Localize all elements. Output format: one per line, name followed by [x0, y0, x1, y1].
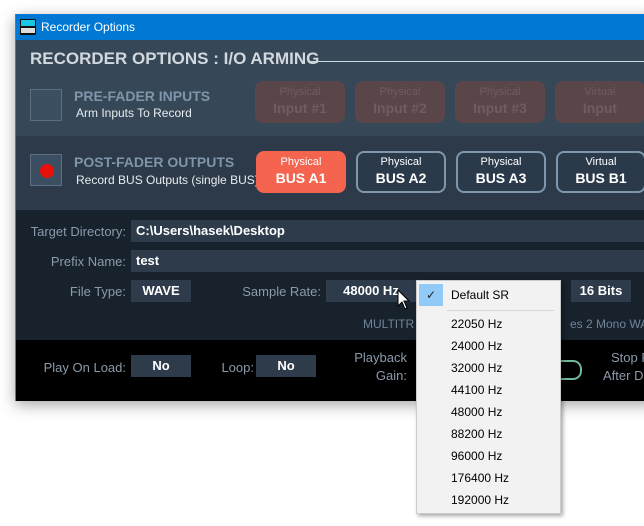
channel-type: Physical	[480, 156, 522, 168]
menu-separator	[447, 310, 554, 311]
channel-type: Virtual	[584, 86, 616, 98]
channel-name: Input #2	[373, 100, 427, 116]
multitrack-note-right: es 2 Mono WAV	[570, 317, 644, 331]
loop-label: Loop:	[221, 360, 254, 375]
heading-divider	[310, 61, 644, 62]
stop-after-label-line1: Stop P	[611, 350, 644, 365]
file-type-label: File Type:	[69, 284, 126, 299]
channel-type: Physical	[279, 86, 321, 98]
prefix-name-field[interactable]: test	[131, 250, 644, 272]
menu-item[interactable]: 192000 Hz	[451, 489, 509, 511]
channel-name: Input #3	[473, 100, 527, 116]
menu-item[interactable]: 88200 Hz	[451, 423, 502, 445]
app-icon	[20, 19, 36, 35]
sample-rate-label: Sample Rate:	[242, 284, 321, 299]
play-on-load-select[interactable]: No	[131, 355, 191, 377]
checkmark-icon: ✓	[419, 284, 443, 306]
stop-after-label-line2: After D	[603, 368, 644, 383]
channel-name: BUS A3	[475, 170, 527, 186]
bus-a1-button[interactable]: Physical BUS A1	[256, 151, 346, 193]
bit-depth-select[interactable]: 16 Bits	[571, 280, 631, 302]
menu-item[interactable]: 96000 Hz	[451, 445, 502, 467]
bus-a3-button[interactable]: Physical BUS A3	[456, 151, 546, 193]
title-bar[interactable]: Recorder Options	[16, 14, 644, 40]
menu-item[interactable]: 22050 Hz	[451, 313, 502, 335]
post-fader-arm-checkbox[interactable]	[30, 154, 62, 186]
post-fader-subtitle: Record BUS Outputs (single BUS)	[76, 173, 259, 187]
channel-type: Virtual	[585, 156, 617, 168]
loop-select[interactable]: No	[256, 355, 316, 377]
channel-name: BUS B1	[575, 170, 627, 186]
menu-item[interactable]: 24000 Hz	[451, 335, 502, 357]
channel-name: BUS A2	[375, 170, 427, 186]
pre-fader-section: PRE-FADER INPUTS Arm Inputs To Record Ph…	[16, 76, 644, 136]
post-fader-section: POST-FADER OUTPUTS Record BUS Outputs (s…	[16, 136, 644, 210]
target-directory-field[interactable]: C:\Users\hasek\Desktop	[131, 220, 644, 242]
file-type-select[interactable]: WAVE	[131, 280, 191, 302]
playback-gain-label-line1: Playback	[354, 350, 407, 365]
channel-name: BUS A1	[275, 170, 327, 186]
play-on-load-label: Play On Load:	[43, 360, 126, 375]
mouse-cursor-icon	[397, 289, 411, 310]
menu-item-default-sr[interactable]: Default SR	[451, 284, 509, 306]
sample-rate-dropdown-menu: ✓ Default SR 22050 Hz 24000 Hz 32000 Hz …	[416, 280, 561, 514]
input-2-button[interactable]: Physical Input #2	[355, 81, 445, 123]
channel-type: Physical	[479, 86, 521, 98]
menu-item[interactable]: 48000 Hz	[451, 401, 502, 423]
menu-item[interactable]: 32000 Hz	[451, 357, 502, 379]
multitrack-note-left: MULTITR	[363, 317, 415, 331]
playback-gain-label-line2: Gain:	[375, 368, 407, 383]
bus-b1-button[interactable]: Virtual BUS B1	[556, 151, 644, 193]
input-1-button[interactable]: Physical Input #1	[255, 81, 345, 123]
prefix-name-label: Prefix Name:	[50, 254, 126, 269]
channel-type: Physical	[379, 86, 421, 98]
channel-name: Input #1	[273, 100, 327, 116]
post-fader-title: POST-FADER OUTPUTS	[74, 154, 235, 170]
pre-fader-title: PRE-FADER INPUTS	[74, 88, 211, 104]
window-title: Recorder Options	[41, 20, 136, 34]
channel-type: Physical	[380, 156, 422, 168]
menu-item[interactable]: 176400 Hz	[451, 467, 509, 489]
record-dot-icon	[40, 164, 54, 178]
channel-type: Physical	[280, 156, 322, 168]
bus-a2-button[interactable]: Physical BUS A2	[356, 151, 446, 193]
menu-item[interactable]: 44100 Hz	[451, 379, 502, 401]
channel-name: Input	[582, 100, 618, 116]
page-heading: RECORDER OPTIONS : I/O ARMING	[30, 49, 320, 68]
pre-fader-arm-checkbox[interactable]	[30, 89, 62, 121]
virtual-input-button[interactable]: Virtual Input	[555, 81, 644, 123]
input-3-button[interactable]: Physical Input #3	[455, 81, 545, 123]
target-directory-label: Target Directory:	[30, 224, 126, 239]
pre-fader-subtitle: Arm Inputs To Record	[76, 106, 192, 120]
